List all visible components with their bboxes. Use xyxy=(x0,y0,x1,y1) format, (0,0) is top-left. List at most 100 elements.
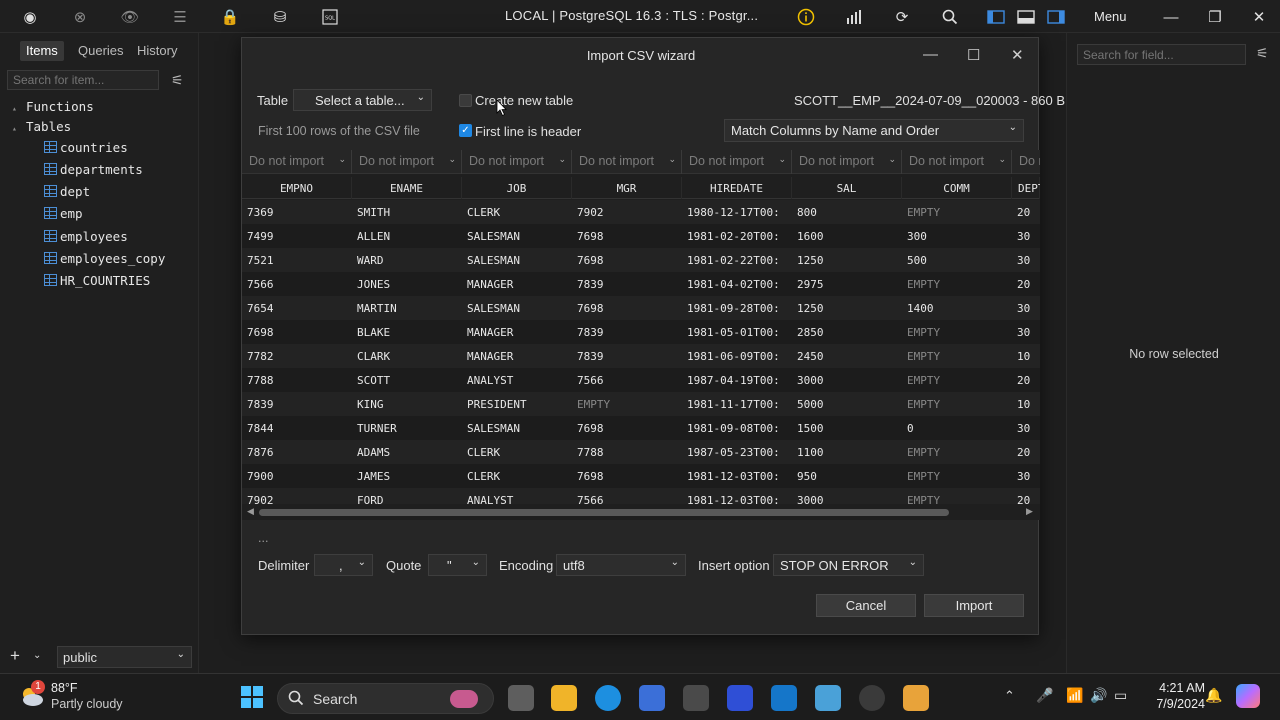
restore-icon[interactable]: ❐ xyxy=(1204,6,1226,28)
table-row[interactable]: 7876 ADAMS CLERK 7788 1987-05-23T00: 1100 EMPT… xyxy=(242,440,1040,464)
weather-temp[interactable]: 88°F xyxy=(51,681,78,695)
close-icon[interactable]: ✕ xyxy=(1248,6,1270,28)
tab-items[interactable]: Items xyxy=(20,41,64,61)
info-icon[interactable] xyxy=(795,6,817,28)
column-mapping-select[interactable]: Do not import ⌄ xyxy=(792,150,902,174)
csv-preview-grid[interactable]: Do not import ⌄ Do not import ⌄ Do not imp… xyxy=(242,150,1040,505)
column-mapping-select[interactable]: Do not import ⌄ xyxy=(902,150,1012,174)
create-new-table-label[interactable]: Create new table xyxy=(475,93,573,108)
insert-option-select[interactable]: STOP ON ERROR ⌄ xyxy=(773,554,924,576)
table-row[interactable]: 7698 BLAKE MANAGER 7839 1981-05-01T00: 2850 EM… xyxy=(242,320,1040,344)
column-mapping-select[interactable]: Do not import ⌄ xyxy=(352,150,462,174)
field-search-input[interactable] xyxy=(1077,44,1246,65)
scroll-left-icon[interactable]: ◀ xyxy=(247,506,254,517)
table-row[interactable]: 7844 TURNER SALESMAN 7698 1981-09-08T00: 1500… xyxy=(242,416,1040,440)
windows-start-icon[interactable] xyxy=(240,685,264,712)
task-view-icon[interactable] xyxy=(508,685,534,711)
right-panel-toggle-icon[interactable] xyxy=(1045,6,1067,28)
connection-title[interactable]: LOCAL | PostgreSQL 16.3 : TLS : Postgr..… xyxy=(505,8,758,23)
app-icon[interactable] xyxy=(683,685,709,711)
wifi-icon[interactable]: 📶 xyxy=(1066,687,1083,704)
battery-icon[interactable]: ▭ xyxy=(1114,687,1127,704)
tree-group-functions[interactable]: ▴ Functions xyxy=(12,99,94,114)
table-row[interactable]: 7782 CLARK MANAGER 7839 1981-06-09T00: 2450 EM… xyxy=(242,344,1040,368)
table-row[interactable]: 7902 FORD ANALYST 7566 1981-12-03T00: 3000 EMP… xyxy=(242,488,1040,505)
close-icon[interactable]: ✕ xyxy=(1011,46,1024,64)
first-line-header-checkbox[interactable]: ✓ xyxy=(459,124,472,137)
table-row[interactable]: 7839 KING PRESIDENT EMPTY 1981-11-17T00: 5000… xyxy=(242,392,1040,416)
import-button[interactable]: Import xyxy=(924,594,1024,617)
chevron-up-icon[interactable]: ⌃ xyxy=(1004,688,1015,704)
column-mapping-select[interactable]: Do not import xyxy=(1012,150,1040,174)
editor-icon[interactable] xyxy=(727,685,753,711)
scroll-right-icon[interactable]: ▶ xyxy=(1026,506,1033,517)
tree-item-table[interactable]: countries xyxy=(44,140,128,155)
copilot-icon[interactable] xyxy=(1236,684,1260,708)
delimiter-select[interactable]: , ⌄ xyxy=(314,554,373,576)
eye-icon[interactable]: 👁 xyxy=(119,6,141,28)
match-columns-select[interactable]: Match Columns by Name and Order ⌄ xyxy=(724,119,1024,142)
bottom-panel-toggle-icon[interactable] xyxy=(1015,6,1037,28)
schema-select[interactable]: public ⌄ xyxy=(57,646,192,668)
filter-icon[interactable]: ⚟ xyxy=(1256,45,1269,62)
filter-icon[interactable]: ⚟ xyxy=(171,72,184,89)
refresh-icon[interactable]: ⟳ xyxy=(891,6,913,28)
notepad-icon[interactable] xyxy=(815,685,841,711)
store-icon[interactable] xyxy=(639,685,665,711)
add-button[interactable]: + xyxy=(10,646,20,666)
microphone-icon[interactable]: 🎤 xyxy=(1036,687,1053,704)
left-panel-toggle-icon[interactable] xyxy=(985,6,1007,28)
table-row[interactable]: 7499 ALLEN SALESMAN 7698 1981-02-20T00: 1600 3… xyxy=(242,224,1040,248)
table-row[interactable]: 7369 SMITH CLERK 7902 1980-12-17T00: 800 EMPTY… xyxy=(242,200,1040,224)
database-client-icon[interactable] xyxy=(903,685,929,711)
table-row[interactable]: 7521 WARD SALESMAN 7698 1981-02-22T00: 1250 50… xyxy=(242,248,1040,272)
chrome-icon[interactable] xyxy=(859,685,885,711)
menu-button[interactable]: Menu xyxy=(1094,9,1127,24)
file-explorer-icon[interactable] xyxy=(551,685,577,711)
table-row[interactable]: 7654 MARTIN SALESMAN 7698 1981-09-28T00: 1250… xyxy=(242,296,1040,320)
table-row[interactable]: 7566 JONES MANAGER 7839 1981-04-02T00: 2975 EM… xyxy=(242,272,1040,296)
cancel-button[interactable]: Cancel xyxy=(816,594,916,617)
table-select[interactable]: Select a table... ⌄ xyxy=(293,89,432,111)
taskbar-search[interactable]: Search xyxy=(277,683,494,714)
maximize-icon[interactable]: ☐ xyxy=(967,46,980,64)
notification-bell-icon[interactable]: 🔔 xyxy=(1205,687,1222,704)
column-mapping-select[interactable]: Do not import ⌄ xyxy=(572,150,682,174)
scrollbar-thumb[interactable] xyxy=(259,509,949,516)
first-line-header-label[interactable]: First line is header xyxy=(475,124,581,139)
column-mapping-select[interactable]: Do not import ⌄ xyxy=(462,150,572,174)
chevron-down-icon[interactable]: ⌄ xyxy=(33,650,41,661)
quote-select[interactable]: " ⌄ xyxy=(428,554,487,576)
create-new-table-checkbox[interactable] xyxy=(459,94,472,107)
column-mapping-select[interactable]: Do not import ⌄ xyxy=(242,150,352,174)
database-icon[interactable]: ⛁ xyxy=(269,6,291,28)
table-row[interactable]: 7900 JAMES CLERK 7698 1981-12-03T00: 950 EMPTY… xyxy=(242,464,1040,488)
tree-item-table[interactable]: departments xyxy=(44,162,143,177)
list-icon[interactable]: ☰ xyxy=(169,6,191,28)
clock-time[interactable]: 4:21 AM xyxy=(1145,681,1205,695)
horizontal-scrollbar[interactable]: ◀ ▶ xyxy=(242,504,1040,520)
tab-history[interactable]: History xyxy=(131,41,183,61)
column-mapping-select[interactable]: Do not import ⌄ xyxy=(682,150,792,174)
sql-icon[interactable]: SQL xyxy=(319,6,341,28)
minimize-icon[interactable]: — xyxy=(1160,6,1182,28)
chart-icon[interactable] xyxy=(843,6,865,28)
table-row[interactable]: 7788 SCOTT ANALYST 7566 1987-04-19T00: 3000 EM… xyxy=(242,368,1040,392)
tree-item-table[interactable]: emp xyxy=(44,206,83,221)
lock-icon[interactable]: 🔒 xyxy=(219,6,241,28)
tree-item-table[interactable]: employees xyxy=(44,229,128,244)
item-search-input[interactable] xyxy=(7,70,159,90)
tree-item-table[interactable]: dept xyxy=(44,184,90,199)
weather-desc[interactable]: Partly cloudy xyxy=(51,697,123,711)
search-icon[interactable] xyxy=(939,6,961,28)
minimize-icon[interactable]: — xyxy=(923,46,938,63)
tree-item-table[interactable]: employees_copy xyxy=(44,251,165,266)
edge-browser-icon[interactable] xyxy=(595,685,621,711)
disconnect-icon[interactable]: ⊗ xyxy=(69,6,91,28)
volume-icon[interactable]: 🔊 xyxy=(1090,687,1107,704)
encoding-select[interactable]: utf8 ⌄ xyxy=(556,554,686,576)
tab-queries[interactable]: Queries xyxy=(72,41,130,61)
outlook-icon[interactable] xyxy=(771,685,797,711)
tree-item-table[interactable]: HR_COUNTRIES xyxy=(44,273,150,288)
tree-group-tables[interactable]: ▴ Tables xyxy=(12,119,71,134)
